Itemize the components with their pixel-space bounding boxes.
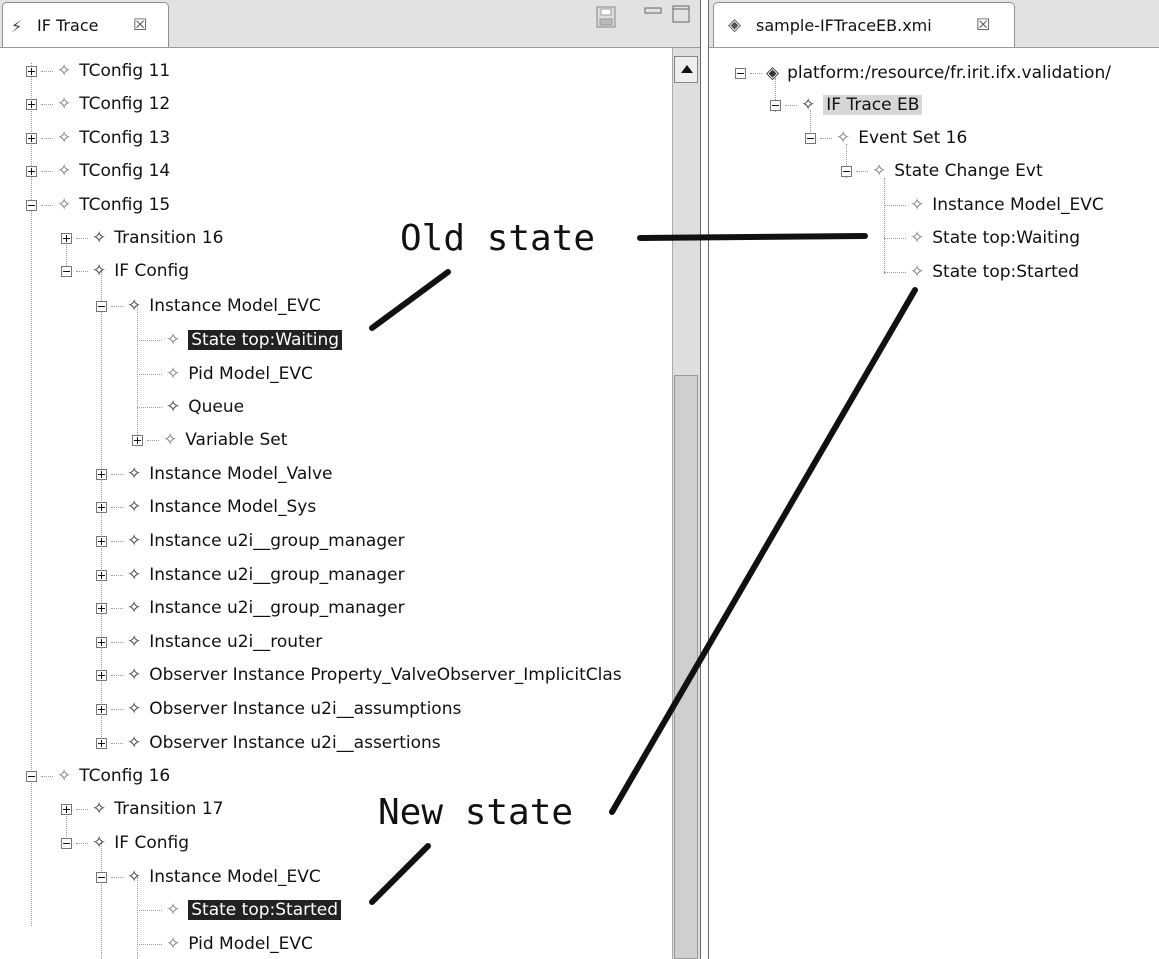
new-state-pointer-line: [609, 287, 918, 815]
old-state-annotation: Old state: [400, 218, 596, 259]
old-state-pointer-line: [637, 233, 868, 241]
new-state-annotation: New state: [378, 792, 574, 833]
new-state-pointer-line: [369, 843, 431, 905]
old-state-pointer-line: [369, 269, 451, 331]
annotation-overlay: [369, 233, 918, 905]
